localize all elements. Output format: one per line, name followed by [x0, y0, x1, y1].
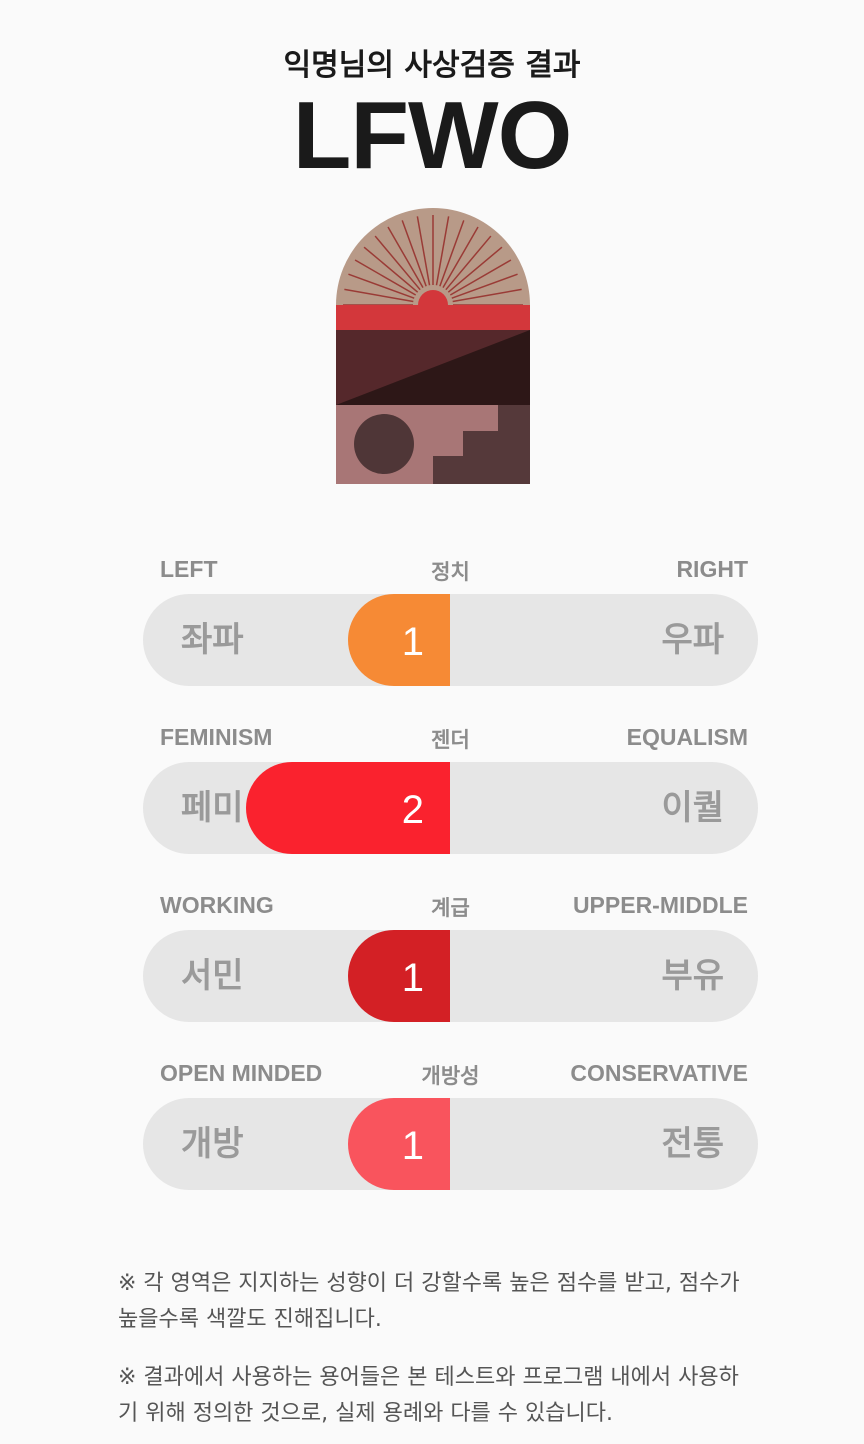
axis-right-label: UPPER-MIDDLE — [572, 892, 748, 918]
score-track: 좌파 우파 1 — [143, 594, 758, 686]
axis-right-label: RIGHT — [676, 556, 748, 582]
result-code: LFWO — [292, 82, 573, 189]
score-value: 1 — [401, 620, 424, 664]
emblem-band — [336, 305, 530, 330]
track-left-text: 좌파 — [181, 620, 244, 660]
score-track: 페미 이퀄 2 — [143, 762, 758, 854]
track-right-text: 우파 — [661, 620, 724, 660]
score-track: 개방 전통 1 — [143, 1098, 758, 1190]
axis-politics: LEFT 정치 RIGHT 좌파 우파 1 — [143, 556, 758, 686]
track-left-text: 페미 — [181, 788, 244, 828]
footnote-scoring: ※ 각 영역은 지지하는 성향이 더 강할수록 높은 점수를 받고, 점수가 높… — [118, 1271, 740, 1332]
score-fill: 1 — [348, 1098, 450, 1190]
axis-gender: FEMINISM 젠더 EQUALISM 페미 이퀄 2 — [143, 724, 758, 854]
axis-openness: OPEN MINDED 개방성 CONSERVATIVE 개방 전통 1 — [143, 1060, 758, 1190]
axis-class: WORKING 계급 UPPER-MIDDLE 서민 부유 1 — [143, 892, 758, 1022]
track-right-text: 전통 — [661, 1124, 724, 1164]
track-right-text: 부유 — [661, 956, 724, 996]
score-value: 2 — [401, 788, 424, 832]
track-left-text: 개방 — [181, 1124, 244, 1164]
result-subtitle: 익명님의 사상검증 결과 — [283, 48, 581, 83]
score-value: 1 — [401, 1124, 424, 1168]
axis-right-label: EQUALISM — [626, 724, 748, 750]
score-track: 서민 부유 1 — [143, 930, 758, 1022]
axis-title: 정치 — [431, 560, 470, 584]
track-right-text: 이퀄 — [661, 788, 724, 828]
axis-right-label: CONSERVATIVE — [570, 1060, 748, 1086]
score-fill: 1 — [348, 930, 450, 1022]
score-fill: 1 — [348, 594, 450, 686]
track-left-text: 서민 — [181, 956, 244, 996]
score-value: 1 — [401, 956, 424, 1000]
footnote-terms: ※ 결과에서 사용하는 용어들은 본 테스트와 프로그램 내에서 사용하기 위해… — [118, 1365, 739, 1426]
sunrise-arch-emblem-icon — [336, 208, 530, 484]
score-fill: 2 — [246, 762, 450, 854]
emblem-circle — [354, 414, 414, 474]
